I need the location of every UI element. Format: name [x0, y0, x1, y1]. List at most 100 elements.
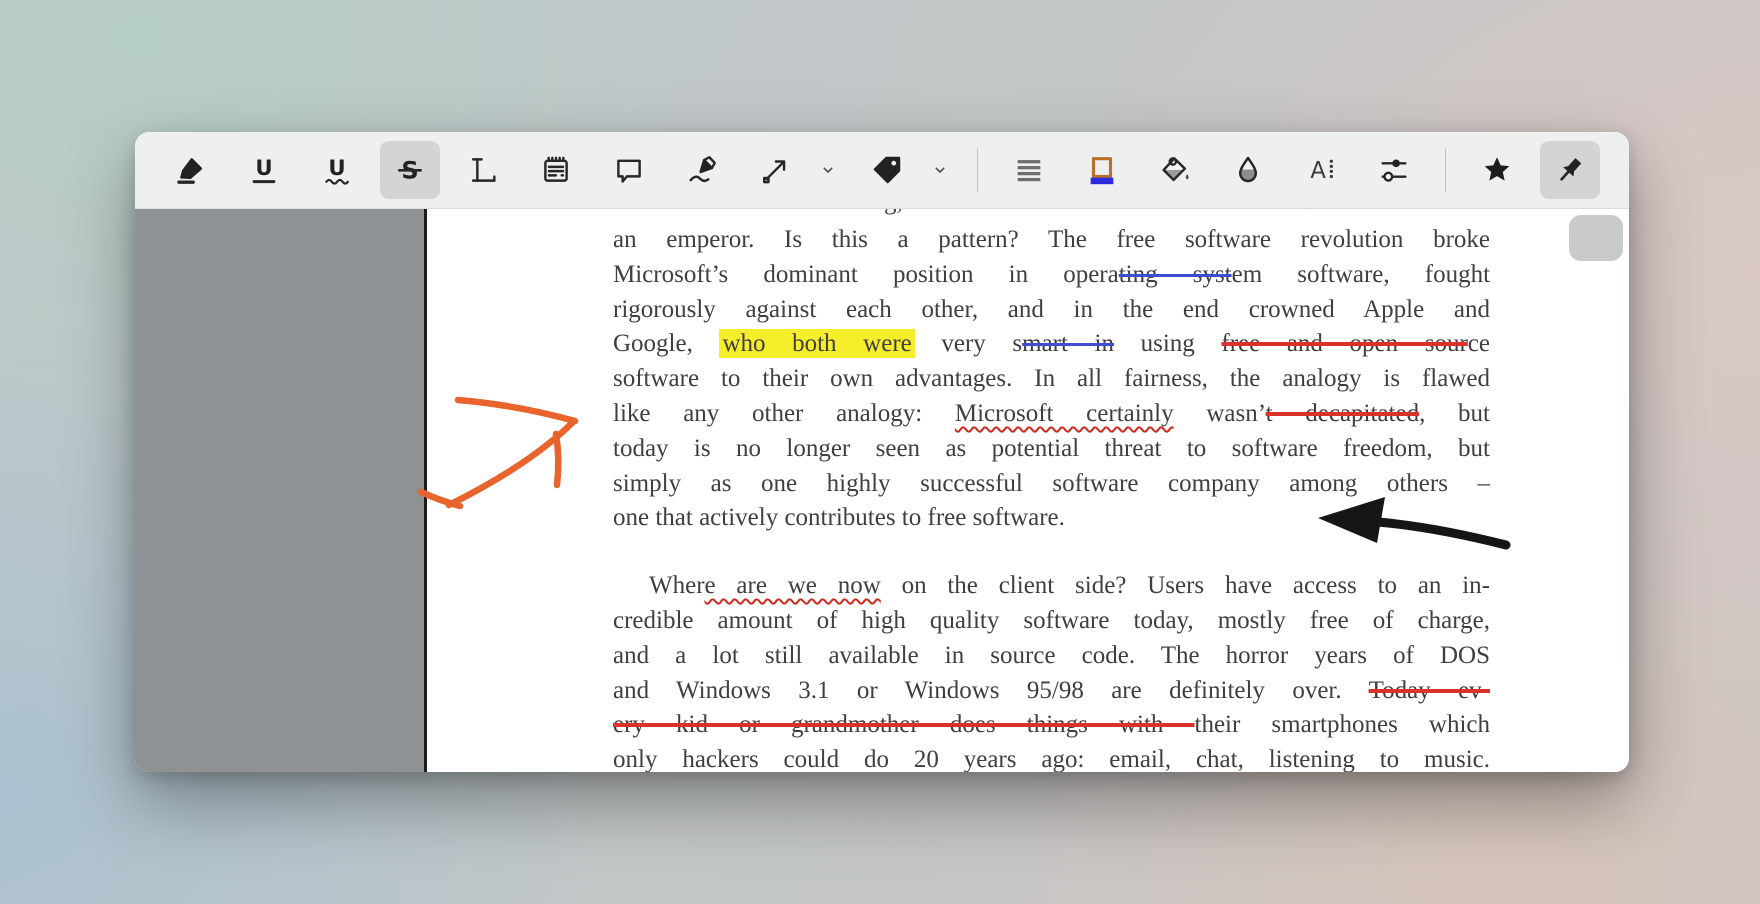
- document-view: g,. an emperor. Is this a pattern? The f…: [135, 209, 1629, 772]
- text-run: using: [1114, 330, 1221, 357]
- popup-note-icon: [612, 153, 646, 187]
- text-line: and Windows 3.1 or Windows 95/98 are def…: [613, 674, 1490, 709]
- clipped-glyph: g,: [884, 209, 903, 216]
- font-button[interactable]: A: [1291, 141, 1351, 199]
- text-run: and Windows 3.1 or Windows 95/98 are def…: [613, 677, 1369, 704]
- freehand-ink-icon: [685, 153, 719, 187]
- clipped-glyph: .: [1304, 209, 1310, 216]
- text-line: Microsoft’s dominant position in operati…: [613, 258, 1490, 293]
- text-run: on the client side? Users have access to…: [881, 572, 1490, 599]
- svg-text:A: A: [1310, 158, 1326, 184]
- advanced-settings-icon: [1377, 153, 1411, 187]
- text-run: , but: [1419, 400, 1490, 427]
- squiggle-underline-icon: U: [320, 153, 354, 187]
- inline-note-icon: [539, 153, 573, 187]
- text-line: like any other analogy: Microsoft certai…: [613, 397, 1490, 432]
- text-line: simply as one highly successful software…: [613, 467, 1490, 502]
- text-line: credible amount of high quality software…: [613, 604, 1490, 639]
- text-run: today is no longer seen as potential thr…: [613, 435, 1490, 462]
- arrow-line-icon: [758, 153, 792, 187]
- line-color-icon: [1085, 153, 1119, 187]
- text-run: and a lot still available in source code…: [613, 642, 1490, 669]
- line-color-button[interactable]: [1072, 141, 1132, 199]
- clipped-text-line: g,.: [613, 209, 1490, 222]
- text-run: like any other analogy:: [613, 400, 955, 427]
- squiggly-underline-annotation[interactable]: e are we now: [705, 572, 881, 599]
- text-run: one that actively contributes to free so…: [613, 504, 1065, 531]
- text-run: credible amount of high quality software…: [613, 607, 1490, 634]
- stamp-tag-tool-dropdown-button[interactable]: [924, 141, 956, 199]
- scrollbar-thumb[interactable]: [1569, 215, 1623, 261]
- stamp-tag-icon: [870, 153, 904, 187]
- viewer-window: U U S A g,. an emperor. Is this a pattern? …: [135, 132, 1629, 772]
- text-run: Microsoft’s dominant position in opera: [613, 261, 1119, 288]
- text-run: wasn’: [1174, 400, 1266, 427]
- insert-text-tool-button[interactable]: [453, 141, 513, 199]
- freehand-ink-tool-button[interactable]: [672, 141, 732, 199]
- text-line: software to their own advantages. In all…: [613, 362, 1490, 397]
- text-line: only hackers could do 20 years ago: emai…: [613, 743, 1490, 772]
- opacity-icon: [1231, 153, 1265, 187]
- underline-tool-button[interactable]: U: [234, 141, 294, 199]
- text-run: ce: [1468, 330, 1490, 357]
- svg-text:U: U: [328, 156, 345, 181]
- document-text: an emperor. Is this a pattern? The free …: [613, 223, 1490, 772]
- arrow-line-tool-dropdown-button[interactable]: [812, 141, 844, 199]
- strikethrough-annotation-blue[interactable]: mart in: [1022, 330, 1114, 357]
- inline-note-tool-button[interactable]: [526, 141, 586, 199]
- text-line: Where are we now on the client side? Use…: [613, 569, 1490, 604]
- strikethrough-annotation-blue[interactable]: ting syst: [1119, 261, 1232, 288]
- strikethrough-icon: S: [393, 153, 427, 187]
- text-line: one that actively contributes to free so…: [613, 501, 1490, 536]
- viewer-background-margin: [135, 209, 424, 772]
- fill-color-icon: [1158, 153, 1192, 187]
- chevron-down-icon: [929, 159, 951, 181]
- svg-text:U: U: [255, 156, 272, 181]
- chevron-down-icon: [817, 159, 839, 181]
- pin-icon: [1553, 153, 1587, 187]
- text-run: only hackers could do 20 years ago: emai…: [613, 746, 1490, 772]
- line-width-button[interactable]: [999, 141, 1059, 199]
- text-line: ery kid or grandmother does things with …: [613, 708, 1490, 743]
- text-run: Google,: [613, 330, 719, 357]
- document-page: g,. an emperor. Is this a pattern? The f…: [427, 209, 1629, 772]
- text-line: Google, who both were very smart in usin…: [613, 327, 1490, 362]
- stamp-tag-tool-button[interactable]: [857, 141, 917, 199]
- text-run: software to their own advantages. In all…: [613, 365, 1490, 392]
- text-run: Wher: [649, 572, 705, 599]
- strikethrough-annotation-red[interactable]: Today ev-: [1369, 677, 1490, 704]
- toolbar-separator: [1445, 148, 1446, 192]
- favorite-star-icon: [1480, 153, 1514, 187]
- text-line: and a lot still available in source code…: [613, 639, 1490, 674]
- text-run: their smartphones which: [1195, 711, 1490, 738]
- popup-note-tool-button[interactable]: [599, 141, 659, 199]
- insert-text-icon: [466, 153, 500, 187]
- strikethrough-annotation-red[interactable]: ery kid or grandmother does things with: [613, 711, 1195, 738]
- toolbar-separator: [977, 148, 978, 192]
- text-run: an emperor. Is this a pattern? The free …: [613, 226, 1490, 253]
- strikethrough-tool-button[interactable]: S: [380, 141, 440, 199]
- advanced-settings-button[interactable]: [1364, 141, 1424, 199]
- favorite-star-button[interactable]: [1467, 141, 1527, 199]
- text-run: simply as one highly successful software…: [613, 470, 1490, 497]
- highlighter-tool-button[interactable]: [161, 141, 221, 199]
- text-line: an emperor. Is this a pattern? The free …: [613, 223, 1490, 258]
- arrow-line-tool-button[interactable]: [745, 141, 805, 199]
- strikethrough-annotation-red[interactable]: free and open sour: [1221, 330, 1467, 357]
- highlight-annotation[interactable]: who both were: [719, 329, 914, 358]
- text-run: rigorously against each other, and in th…: [613, 296, 1490, 323]
- squiggle-underline-tool-button[interactable]: U: [307, 141, 367, 199]
- font-icon: A: [1304, 153, 1338, 187]
- text-line: rigorously against each other, and in th…: [613, 293, 1490, 328]
- squiggly-underline-annotation[interactable]: Microsoft certainly: [955, 400, 1174, 427]
- text-run: em software, fought: [1232, 261, 1490, 288]
- line-width-icon: [1012, 153, 1046, 187]
- strikethrough-annotation-red[interactable]: t decapitated: [1266, 400, 1419, 427]
- annotation-toolbar: UUSA: [135, 132, 1629, 209]
- highlighter-icon: [174, 153, 208, 187]
- underline-icon: U: [247, 153, 281, 187]
- opacity-button[interactable]: [1218, 141, 1278, 199]
- paragraph: an emperor. Is this a pattern? The free …: [613, 223, 1490, 536]
- pin-toolbar-button[interactable]: [1540, 141, 1600, 199]
- fill-color-button[interactable]: [1145, 141, 1205, 199]
